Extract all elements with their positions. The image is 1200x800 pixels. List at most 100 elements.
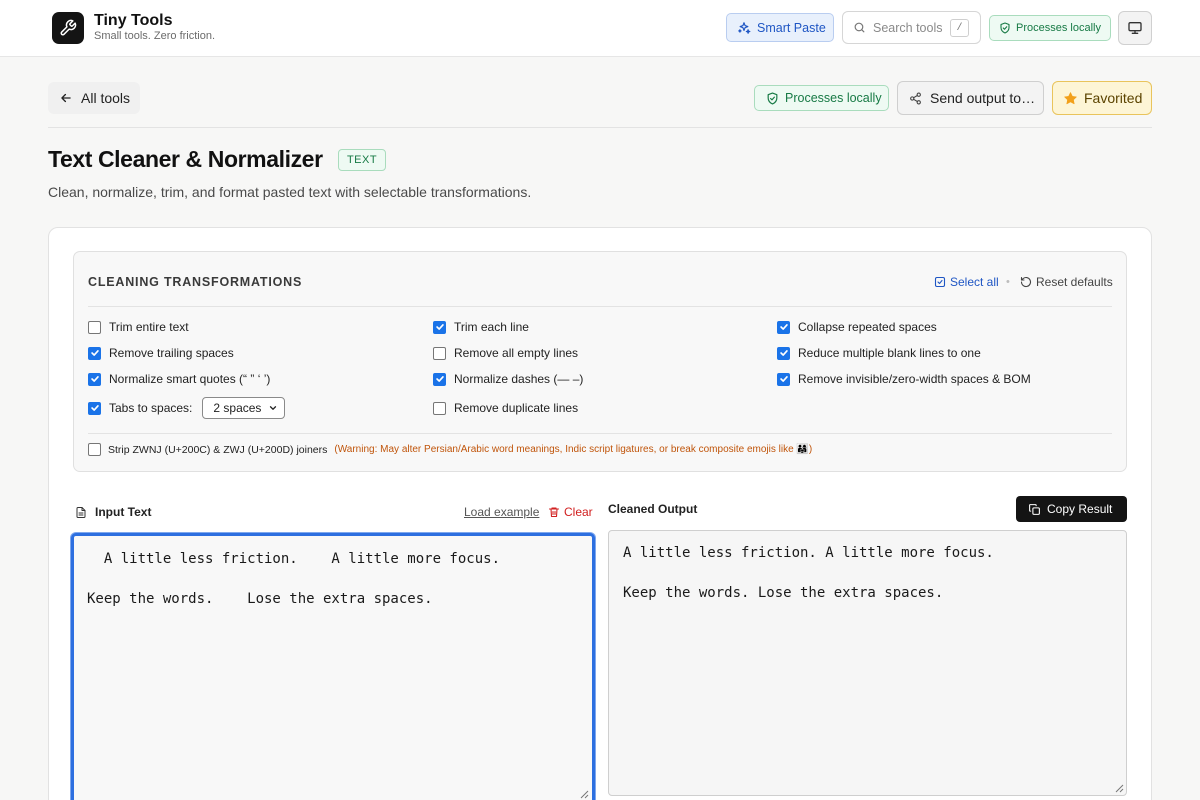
tool-type-badge: TEXT [338, 149, 386, 171]
monitor-icon [1128, 21, 1142, 34]
checkbox[interactable] [433, 401, 446, 415]
send-output-label: Send output to… [930, 90, 1036, 106]
checkbox[interactable] [433, 346, 446, 360]
output-textarea[interactable]: A little less friction. A little more fo… [608, 530, 1127, 796]
sparkles-icon [738, 21, 751, 34]
search-shortcut-key: / [950, 19, 969, 37]
option-label: Tabs to spaces: [109, 401, 193, 415]
option-label: Trim each line [454, 320, 529, 334]
option-label: Remove invisible/zero-width spaces & BOM [798, 372, 1031, 386]
checkbox[interactable] [433, 372, 446, 386]
favorite-button[interactable]: Favorited [1052, 81, 1152, 115]
select-all-link[interactable]: Select all [934, 275, 999, 289]
chevron-down-icon [270, 406, 277, 410]
shield-check-icon [767, 91, 778, 105]
star-icon [1064, 91, 1077, 104]
send-output-button[interactable]: Send output to… [897, 81, 1044, 115]
option-normalize-quotes[interactable]: Normalize smart quotes (“ ” ‘ ’) [88, 372, 270, 386]
tab-size-value: 2 spaces [213, 401, 262, 415]
search-input[interactable]: Search tools / [842, 11, 981, 44]
option-remove-invisible[interactable]: Remove invisible/zero-width spaces & BOM [777, 372, 1031, 386]
panel-title: CLEANING TRANSFORMATIONS [88, 275, 303, 289]
option-label: Remove duplicate lines [454, 401, 579, 415]
option-label: Remove all empty lines [454, 346, 579, 360]
resize-handle-icon[interactable] [579, 789, 589, 799]
check-icon [90, 405, 99, 411]
file-text-icon [76, 506, 86, 518]
output-label: Cleaned Output [608, 502, 698, 516]
option-label: Strip ZWNJ (U+200C) & ZWJ (U+200D) joine… [108, 443, 328, 456]
checkbox[interactable] [433, 320, 446, 334]
option-strip-joiners[interactable]: Strip ZWNJ (U+200C) & ZWJ (U+200D) joine… [88, 443, 812, 456]
smart-paste-button[interactable]: Smart Paste [726, 13, 834, 42]
resize-handle-icon[interactable] [1114, 783, 1124, 793]
panel-divider-bottom [88, 433, 1112, 434]
joiner-warning-text: (Warning: May alter Persian/Arabic word … [334, 444, 813, 455]
checkbox[interactable] [88, 346, 101, 360]
processes-locally-tool-label: Processes locally [785, 91, 882, 105]
search-icon [854, 22, 865, 33]
back-label: All tools [81, 90, 131, 106]
option-remove-duplicate-lines[interactable]: Remove duplicate lines [433, 401, 578, 415]
check-icon [779, 350, 788, 356]
checkbox[interactable] [88, 443, 101, 456]
tab-size-select[interactable]: 2 spaces [202, 397, 286, 419]
checkbox[interactable] [88, 401, 101, 415]
page-description: Clean, normalize, trim, and format paste… [48, 184, 532, 200]
search-placeholder: Search tools [873, 20, 943, 35]
check-icon [779, 376, 788, 382]
input-label: Input Text [75, 505, 151, 519]
theme-toggle-button[interactable] [1118, 11, 1152, 45]
checkbox[interactable] [777, 320, 790, 334]
copy-result-button[interactable]: Copy Result [1016, 496, 1127, 522]
trash-icon [548, 507, 560, 518]
check-icon [435, 324, 444, 330]
processes-locally-badge: Processes locally [989, 15, 1111, 41]
processes-locally-label: Processes locally [1016, 22, 1101, 34]
shield-check-icon [1000, 22, 1010, 34]
panel-divider [88, 306, 1112, 307]
arrow-left-icon [61, 93, 71, 103]
smart-paste-label: Smart Paste [757, 20, 826, 35]
option-trim-entire-text[interactable]: Trim entire text [88, 320, 189, 334]
checkbox[interactable] [777, 372, 790, 386]
option-collapse-spaces[interactable]: Collapse repeated spaces [777, 320, 937, 334]
check-icon [779, 324, 788, 330]
option-label: Collapse repeated spaces [798, 320, 937, 334]
brand-title: Tiny Tools [94, 12, 173, 29]
share-icon [910, 92, 921, 104]
wrench-icon [60, 19, 77, 36]
separator-dot: • [1006, 276, 1010, 288]
reset-defaults-link[interactable]: Reset defaults [1020, 275, 1113, 289]
checkbox[interactable] [777, 346, 790, 360]
load-example-link[interactable]: Load example [464, 505, 539, 519]
option-label: Trim entire text [109, 320, 189, 334]
copy-result-label: Copy Result [1047, 502, 1113, 516]
processes-locally-tool-badge: Processes locally [754, 85, 889, 111]
check-icon [90, 350, 99, 356]
option-remove-empty-lines[interactable]: Remove all empty lines [433, 346, 578, 360]
app-logo[interactable] [52, 12, 84, 44]
checkbox[interactable] [88, 320, 101, 334]
option-reduce-blank-lines[interactable]: Reduce multiple blank lines to one [777, 346, 981, 360]
all-tools-back-button[interactable]: All tools [48, 82, 140, 114]
option-trim-each-line[interactable]: Trim each line [433, 320, 529, 334]
option-label: Normalize smart quotes (“ ” ‘ ’) [109, 372, 271, 386]
divider [48, 127, 1152, 128]
option-label: Reduce multiple blank lines to one [798, 346, 981, 360]
option-remove-trailing-spaces[interactable]: Remove trailing spaces [88, 346, 234, 360]
option-tabs-to-spaces[interactable]: Tabs to spaces: 2 spaces [88, 397, 286, 419]
option-label: Remove trailing spaces [109, 346, 234, 360]
option-normalize-dashes[interactable]: Normalize dashes (— –) [433, 372, 583, 386]
check-icon [90, 376, 99, 382]
copy-icon [1029, 503, 1040, 515]
clear-button[interactable]: Clear [548, 505, 593, 519]
input-textarea[interactable]: A little less friction. A little more fo… [71, 533, 595, 800]
brand-subtitle: Small tools. Zero friction. [94, 30, 216, 42]
page-title: Text Cleaner & Normalizer [48, 146, 323, 172]
favorite-label: Favorited [1084, 90, 1143, 106]
checkbox[interactable] [88, 372, 101, 386]
reset-defaults-label: Reset defaults [1036, 275, 1113, 289]
check-icon [435, 376, 444, 382]
clear-label: Clear [564, 505, 593, 519]
